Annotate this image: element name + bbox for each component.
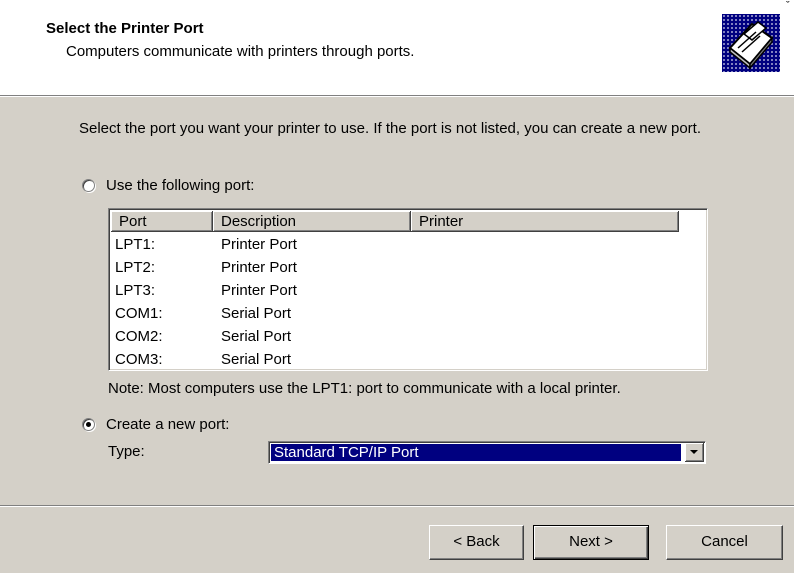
port-name: COM1: bbox=[115, 305, 163, 322]
port-note: Note: Most computers use the LPT1: port … bbox=[108, 380, 621, 397]
port-name: LPT1: bbox=[115, 236, 156, 253]
wizard-subtitle: Computers communicate with printers thro… bbox=[66, 43, 415, 60]
list-item[interactable]: COM2: Serial Port bbox=[115, 326, 411, 349]
type-label: Type: bbox=[108, 443, 145, 460]
back-button[interactable]: < Back bbox=[429, 525, 524, 560]
list-item[interactable]: COM3: Serial Port bbox=[115, 349, 411, 370]
column-port[interactable]: Port bbox=[111, 211, 213, 232]
wizard-title: Select the Printer Port bbox=[46, 20, 204, 37]
footer-divider-highlight bbox=[0, 506, 794, 507]
port-type-value[interactable]: Standard TCP/IP Port bbox=[271, 444, 681, 461]
next-button[interactable]: Next > bbox=[533, 525, 649, 560]
port-description: Serial Port bbox=[221, 305, 292, 322]
wizard-header: Select the Printer Port Computers commun… bbox=[0, 0, 794, 96]
use-port-radio[interactable] bbox=[82, 179, 95, 192]
port-list[interactable]: Port Description Printer LPT1: Printer Po… bbox=[108, 208, 708, 371]
port-description: Printer Port bbox=[221, 259, 297, 276]
dropdown-arrow-icon[interactable] bbox=[685, 443, 704, 462]
corner-mark: ˇ bbox=[786, 0, 790, 12]
instructions-text: Select the port you want your printer to… bbox=[79, 120, 702, 137]
port-name: LPT2: bbox=[115, 259, 156, 276]
port-name: COM2: bbox=[115, 328, 163, 345]
list-item[interactable]: LPT2: Printer Port bbox=[115, 257, 411, 280]
create-port-radio[interactable] bbox=[82, 418, 95, 431]
port-list-rows: LPT1: Printer Port LPT2: Printer Port LPT3… bbox=[115, 234, 411, 370]
port-name: COM3: bbox=[115, 351, 163, 368]
port-description: Printer Port bbox=[221, 282, 297, 299]
port-list-header: Port Description Printer bbox=[111, 211, 679, 232]
port-description: Serial Port bbox=[221, 328, 292, 345]
port-type-select[interactable]: Standard TCP/IP Port bbox=[268, 441, 706, 464]
printer-icon bbox=[722, 14, 780, 72]
port-name: LPT3: bbox=[115, 282, 156, 299]
column-printer[interactable]: Printer bbox=[411, 211, 679, 232]
cancel-button[interactable]: Cancel bbox=[666, 525, 783, 560]
header-divider bbox=[0, 96, 794, 97]
use-port-label: Use the following port: bbox=[106, 177, 255, 194]
port-description: Serial Port bbox=[221, 351, 292, 368]
use-port-option[interactable]: Use the following port: bbox=[82, 177, 254, 194]
create-port-option[interactable]: Create a new port: bbox=[82, 416, 229, 433]
column-description[interactable]: Description bbox=[213, 211, 411, 232]
create-port-label: Create a new port: bbox=[106, 416, 230, 433]
list-item[interactable]: LPT1: Printer Port bbox=[115, 234, 411, 257]
list-item[interactable]: LPT3: Printer Port bbox=[115, 280, 411, 303]
port-description: Printer Port bbox=[221, 236, 297, 253]
list-item[interactable]: COM1: Serial Port bbox=[115, 303, 411, 326]
